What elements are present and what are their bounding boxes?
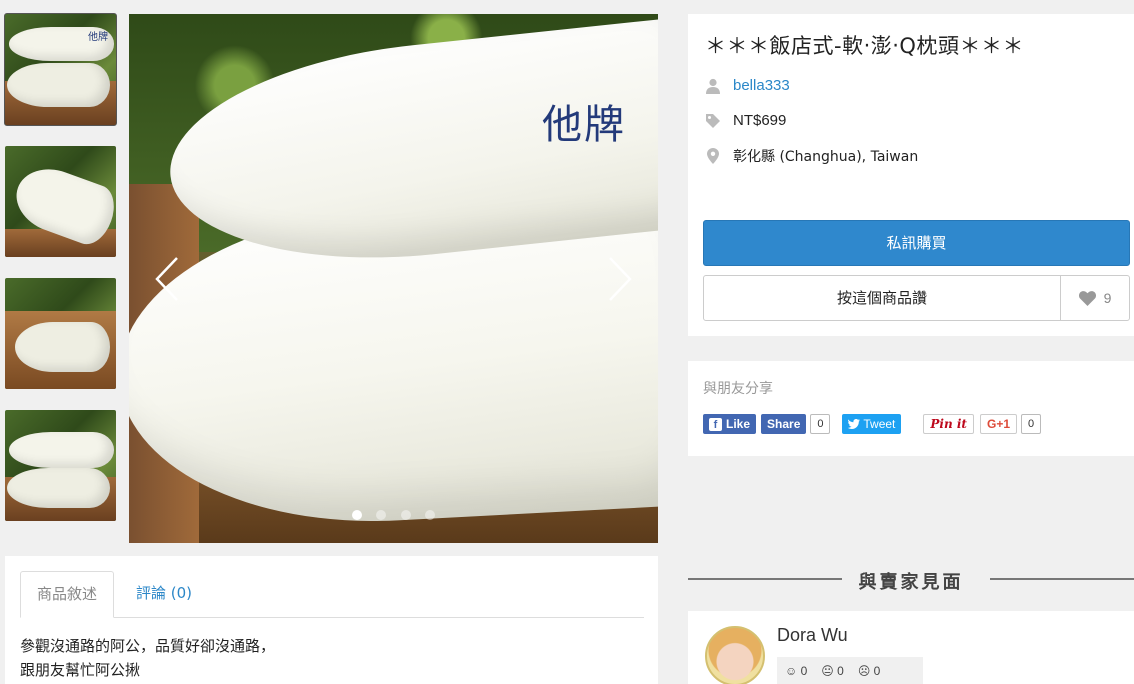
description-line: 跟朋友幫忙阿公揪 xyxy=(20,661,141,679)
tab-reviews[interactable]: 評論 (0) xyxy=(120,571,208,618)
price-row: NT$699 xyxy=(703,112,786,129)
description-text: 參觀沒通路的阿公，品質好卻沒通路， 跟朋友幫忙阿公揪 xyxy=(20,634,275,682)
tweet-button[interactable]: Tweet xyxy=(842,414,902,434)
thumbnail-brand-text: 他牌 xyxy=(88,32,108,43)
pinterest-button[interactable]: Pin it xyxy=(923,414,974,434)
hero-brand-text: 他牌 xyxy=(542,102,626,148)
thumbnail-2[interactable] xyxy=(5,146,116,257)
product-info-card: ＊＊＊飯店式-軟‧澎‧Q枕頭＊＊＊ bella333 NT$699 彰化縣 (C… xyxy=(688,14,1134,336)
facebook-count: 0 xyxy=(810,414,831,434)
twitter-icon xyxy=(848,419,861,429)
tag-icon xyxy=(703,113,723,129)
seller-name[interactable]: Dora Wu xyxy=(777,625,848,646)
tab-bar: 商品敘述 評論 (0) xyxy=(20,571,644,618)
carousel-next-button[interactable] xyxy=(604,254,634,304)
product-image-carousel[interactable]: 他牌 xyxy=(129,14,658,543)
map-pin-icon xyxy=(703,148,723,164)
carousel-dot[interactable] xyxy=(400,510,411,520)
location-row: 彰化縣 (Changhua), Taiwan xyxy=(703,146,918,166)
thumbnail-list: 他牌 xyxy=(4,13,117,542)
thumbnail-1[interactable]: 他牌 xyxy=(4,13,117,126)
carousel-indicators xyxy=(129,507,658,525)
carousel-prev-button[interactable] xyxy=(153,254,183,304)
neutral-count: 0 xyxy=(837,663,844,678)
google-plus-button[interactable]: G+1 xyxy=(979,414,1017,434)
facebook-icon: f xyxy=(709,417,722,431)
seller-ratings: ☺ 0 😐 0 ☹ 0 xyxy=(777,657,923,684)
seller-link[interactable]: bella333 xyxy=(733,77,790,94)
thumbnail-pillow xyxy=(7,62,110,108)
chevron-right-icon xyxy=(609,257,632,301)
chevron-left-icon xyxy=(155,257,178,301)
like-count: 9 xyxy=(1103,290,1112,306)
seller-card: Dora Wu ☺ 0 😐 0 ☹ 0 xyxy=(688,611,1134,684)
description-panel: 商品敘述 評論 (0) 參觀沒通路的阿公，品質好卻沒通路， 跟朋友幫忙阿公揪 xyxy=(5,556,658,684)
seller-row: bella333 xyxy=(703,77,790,94)
facebook-like-label: Like xyxy=(726,417,751,431)
description-line: 參觀沒通路的阿公，品質好卻沒通路， xyxy=(20,637,276,655)
neutral-rating: 😐 0 xyxy=(821,663,844,678)
carousel-dot[interactable] xyxy=(425,510,436,520)
facebook-like-button[interactable]: f Like xyxy=(703,414,757,434)
meet-seller-heading: 與賣家見面 xyxy=(688,568,1134,593)
negative-rating: ☹ 0 xyxy=(857,663,881,678)
product-price: NT$699 xyxy=(733,112,787,129)
meet-seller-title: 與賣家見面 xyxy=(858,572,964,593)
thumbnail-pillow xyxy=(9,432,114,468)
tab-description[interactable]: 商品敘述 xyxy=(20,571,115,618)
tweet-label: Tweet xyxy=(863,417,896,431)
thumbnail-pillow xyxy=(7,467,110,508)
thumbnail-3[interactable] xyxy=(5,278,116,389)
positive-rating: ☺ 0 xyxy=(785,663,808,678)
thumbnail-4[interactable] xyxy=(5,410,116,521)
private-message-buy-button[interactable]: 私訊購買 xyxy=(703,220,1130,266)
carousel-dot[interactable] xyxy=(351,510,362,520)
seller-avatar[interactable] xyxy=(705,626,765,684)
carousel-dot[interactable] xyxy=(376,510,387,520)
share-card: 與朋友分享 f Like Share 0 Tweet Pin it G+1 0 xyxy=(688,361,1134,456)
facebook-share-button[interactable]: Share xyxy=(761,414,807,434)
google-plus-count: 0 xyxy=(1021,414,1041,434)
like-product-button[interactable]: 按這個商品讚 xyxy=(704,276,1061,320)
heart-icon xyxy=(1078,290,1096,306)
positive-count: 0 xyxy=(800,663,808,678)
like-row: 按這個商品讚 9 xyxy=(703,275,1130,321)
favorite-count-button[interactable]: 9 xyxy=(1061,276,1129,320)
user-icon xyxy=(703,78,723,94)
product-title: ＊＊＊飯店式-軟‧澎‧Q枕頭＊＊＊ xyxy=(705,34,1024,58)
share-buttons: f Like Share 0 Tweet Pin it G+1 0 xyxy=(703,414,1041,434)
thumbnail-pillow xyxy=(15,322,110,373)
share-title: 與朋友分享 xyxy=(703,381,773,397)
product-location: 彰化縣 (Changhua), Taiwan xyxy=(733,149,919,165)
negative-count: 0 xyxy=(873,663,881,678)
